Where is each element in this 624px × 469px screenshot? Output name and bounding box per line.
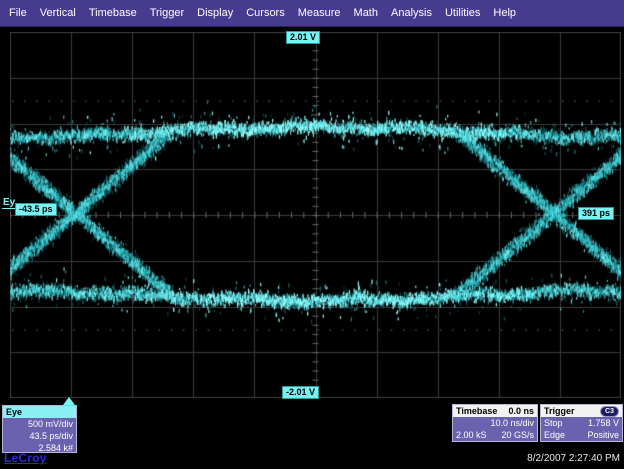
trigger-type-value: Edge (544, 429, 565, 441)
timebase-scale-value: 10.0 ns/div (490, 417, 534, 429)
lecroy-logo: LeCroy (4, 451, 47, 465)
menu-utilities[interactable]: Utilities (445, 7, 480, 19)
menu-measure[interactable]: Measure (298, 7, 341, 19)
left-time-label: -43.5 ps (15, 203, 57, 216)
waveform-grid (10, 32, 621, 398)
eye-diagram-canvas (10, 32, 621, 398)
top-voltage-label: 2.01 V (286, 31, 320, 44)
datetime-stamp: 8/2/2007 2:27:40 PM (420, 453, 620, 464)
timebase-title: Timebase (456, 406, 497, 416)
oscilloscope-screen: File Vertical Timebase Trigger Display C… (0, 0, 624, 469)
timebase-rate-value: 20 GS/s (501, 429, 534, 441)
eye-descriptor-title: Eye (6, 407, 22, 417)
trigger-slope-value: Positive (587, 429, 619, 441)
eye-vdiv-value: 500 mV/div (28, 418, 73, 430)
menu-help[interactable]: Help (493, 7, 516, 19)
trigger-mode-value: Stop (544, 417, 563, 429)
menu-vertical[interactable]: Vertical (40, 7, 76, 19)
menu-math[interactable]: Math (354, 7, 378, 19)
eye-descriptor-box[interactable]: Eye 500 mV/div 43.5 ps/div 2.584 k# (2, 405, 77, 453)
menu-bar: File Vertical Timebase Trigger Display C… (0, 0, 624, 27)
trigger-title: Trigger (544, 406, 575, 416)
right-time-label: 391 ps (578, 207, 614, 220)
timebase-samples-value: 2.00 kS (456, 429, 487, 441)
menu-cursors[interactable]: Cursors (246, 7, 285, 19)
menu-display[interactable]: Display (197, 7, 233, 19)
menu-trigger[interactable]: Trigger (150, 7, 184, 19)
trigger-source-badge: C3 (600, 406, 619, 417)
menu-analysis[interactable]: Analysis (391, 7, 432, 19)
eye-hdiv-value: 43.5 ps/div (29, 430, 73, 442)
menu-file[interactable]: File (9, 7, 27, 19)
menu-timebase[interactable]: Timebase (89, 7, 137, 19)
trace-position-marker-icon[interactable] (63, 397, 75, 405)
timebase-offset-value: 0.0 ns (508, 406, 534, 416)
timebase-descriptor-box[interactable]: Timebase 0.0 ns 10.0 ns/div 2.00 kS 20 G… (452, 404, 538, 442)
bottom-voltage-label: -2.01 V (282, 386, 319, 399)
trigger-descriptor-box[interactable]: Trigger C3 Stop 1.758 V Edge Positive (540, 404, 623, 442)
trigger-level-value: 1.758 V (588, 417, 619, 429)
